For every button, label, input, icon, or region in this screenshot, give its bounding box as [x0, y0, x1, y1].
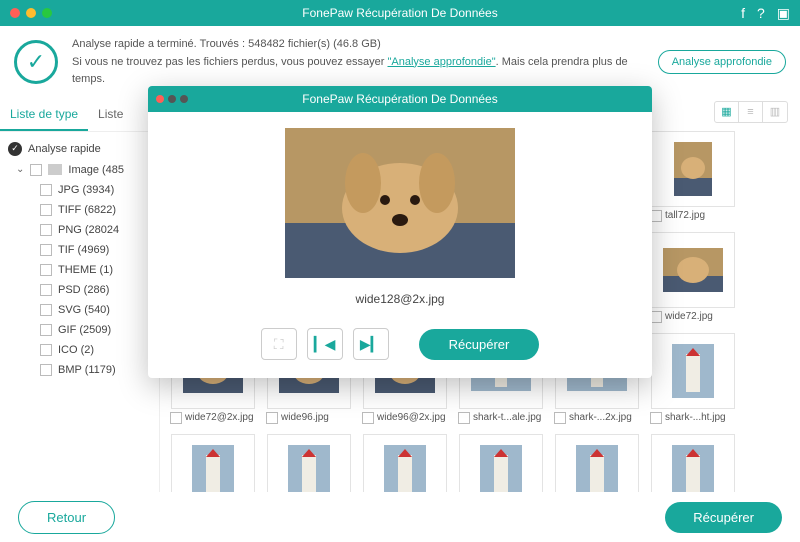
filename-label: tall72.jpg: [665, 210, 736, 221]
tree-item-label: THEME (1): [58, 264, 113, 276]
filename-label: wide96@2x.jpg: [377, 412, 448, 423]
tree-item[interactable]: TIFF (6822): [0, 200, 159, 220]
tree-item-label: PNG (28024: [58, 224, 119, 236]
deep-scan-button[interactable]: Analyse approfondie: [658, 50, 786, 74]
checkbox[interactable]: [40, 304, 52, 316]
footer: Retour Récupérer: [0, 492, 800, 542]
tab-type-list[interactable]: Liste de type: [0, 99, 88, 131]
checkbox[interactable]: [554, 412, 566, 424]
tree-item[interactable]: PNG (28024: [0, 220, 159, 240]
filename-label: wide96.jpg: [281, 412, 352, 423]
preview-image: [285, 128, 515, 278]
modal-titlebar: FonePaw Récupération De Données: [148, 86, 652, 112]
sidebar-tabs: Liste de type Liste: [0, 99, 159, 132]
filename-label: shark-...2x.jpg: [569, 412, 640, 423]
thumbnail[interactable]: [651, 131, 735, 207]
preview-filename: wide128@2x.jpg: [168, 292, 632, 306]
tree-item-label: JPG (3934): [58, 184, 114, 196]
checkbox[interactable]: [40, 324, 52, 336]
tree-item[interactable]: BMP (1179): [0, 360, 159, 380]
title-actions: f ? ▣: [741, 5, 790, 22]
chevron-down-icon: ⌄: [16, 164, 24, 175]
checkbox[interactable]: [40, 284, 52, 296]
check-icon: ✓: [14, 40, 58, 84]
checkbox[interactable]: [170, 412, 182, 424]
checkbox[interactable]: [40, 244, 52, 256]
dog-photo-icon: [285, 128, 515, 278]
thumbnail[interactable]: [651, 232, 735, 308]
tree-item-label: GIF (2509): [58, 324, 111, 336]
prev-button[interactable]: ▎◀: [307, 328, 343, 360]
facebook-icon[interactable]: f: [741, 5, 745, 22]
checkbox[interactable]: [40, 364, 52, 376]
checkbox[interactable]: [40, 264, 52, 276]
tree-quick-scan[interactable]: ✓ Analyse rapide: [0, 138, 159, 160]
check-fill-icon: ✓: [8, 142, 22, 156]
grid-cell[interactable]: shark-...ht.jpg: [650, 333, 736, 424]
summary-line2: Si vous ne trouvez pas les fichiers perd…: [72, 54, 644, 89]
view-mode-bar: ▦ ≡ ▥: [714, 101, 788, 123]
filename-label: shark-t...ale.jpg: [473, 412, 544, 423]
fullscreen-button[interactable]: ⛶: [261, 328, 297, 360]
tree-item[interactable]: PSD (286): [0, 280, 159, 300]
preview-modal: FonePaw Récupération De Données wide128@…: [148, 86, 652, 378]
checkbox[interactable]: [458, 412, 470, 424]
filename-label: wide72.jpg: [665, 311, 736, 322]
tab-path-list[interactable]: Liste: [88, 99, 133, 131]
summary-line1: Analyse rapide a terminé. Trouvés : 5484…: [72, 36, 644, 54]
back-button[interactable]: Retour: [18, 501, 115, 534]
tree-item-label: ICO (2): [58, 344, 94, 356]
next-button[interactable]: ▶▎: [353, 328, 389, 360]
tree-item-label: TIFF (6822): [58, 204, 116, 216]
help-icon[interactable]: ?: [757, 5, 765, 22]
file-tree: ✓ Analyse rapide ⌄ Image (485 JPG (3934)…: [0, 132, 159, 386]
checkbox[interactable]: [40, 204, 52, 216]
tree-item[interactable]: TIF (4969): [0, 240, 159, 260]
tree-item-label: PSD (286): [58, 284, 109, 296]
checkbox[interactable]: [362, 412, 374, 424]
tree-item[interactable]: GIF (2509): [0, 320, 159, 340]
tree-item[interactable]: SVG (540): [0, 300, 159, 320]
checkbox[interactable]: [40, 344, 52, 356]
checkbox[interactable]: [650, 412, 662, 424]
deep-scan-link[interactable]: "Analyse approfondie": [388, 56, 496, 68]
tree-item-label: BMP (1179): [58, 364, 116, 376]
tree-item[interactable]: JPG (3934): [0, 180, 159, 200]
detail-view-button[interactable]: ▥: [763, 102, 787, 122]
list-view-button[interactable]: ≡: [739, 102, 763, 122]
filename-label: shark-...ht.jpg: [665, 412, 736, 423]
thumbnail[interactable]: [651, 333, 735, 409]
modal-title: FonePaw Récupération De Données: [148, 92, 652, 106]
checkbox[interactable]: [266, 412, 278, 424]
tree-image-category[interactable]: ⌄ Image (485: [0, 160, 159, 180]
checkbox[interactable]: [30, 164, 42, 176]
modal-recover-button[interactable]: Récupérer: [419, 329, 540, 360]
tree-item[interactable]: ICO (2): [0, 340, 159, 360]
grid-cell[interactable]: tall72.jpg: [650, 131, 736, 222]
modal-controls: ⛶ ▎◀ ▶▎ Récupérer: [168, 328, 632, 360]
grid-cell[interactable]: wide72.jpg: [650, 232, 736, 323]
checkbox[interactable]: [40, 184, 52, 196]
titlebar: FonePaw Récupération De Données f ? ▣: [0, 0, 800, 26]
recover-button[interactable]: Récupérer: [665, 502, 782, 533]
image-icon: [48, 164, 62, 175]
grid-view-button[interactable]: ▦: [715, 102, 739, 122]
tree-item-label: SVG (540): [58, 304, 110, 316]
tree-item-label: TIF (4969): [58, 244, 109, 256]
app-title: FonePaw Récupération De Données: [0, 6, 800, 20]
tree-item[interactable]: THEME (1): [0, 260, 159, 280]
save-icon[interactable]: ▣: [777, 5, 790, 22]
checkbox[interactable]: [40, 224, 52, 236]
filename-label: wide72@2x.jpg: [185, 412, 256, 423]
sidebar: Liste de type Liste ✓ Analyse rapide ⌄ I…: [0, 99, 160, 509]
